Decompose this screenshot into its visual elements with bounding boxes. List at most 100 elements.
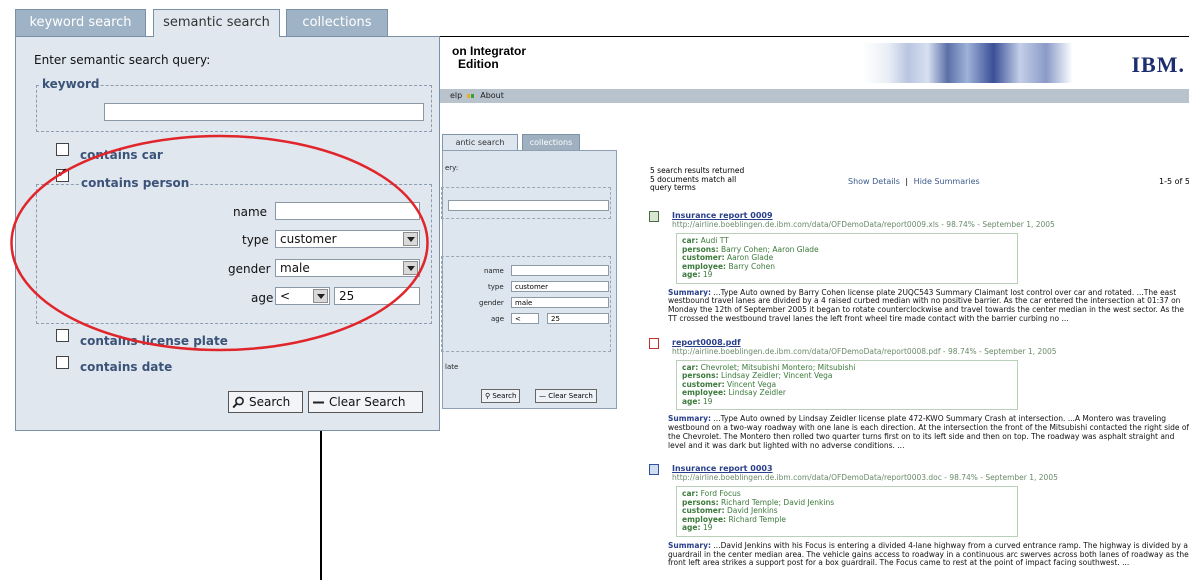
- contains-person-checkbox[interactable]: [56, 166, 69, 182]
- gender-select[interactable]: male: [275, 259, 420, 277]
- mini-search-button[interactable]: ⚲ Search: [481, 389, 521, 403]
- chevron-down-icon[interactable]: [403, 261, 418, 275]
- facet-age-value: 19: [702, 523, 713, 533]
- summary-text: ...Type Auto owned by Lindsay Zeidler li…: [668, 414, 1189, 450]
- background-app-window: on Integrator Edition IBM. elp About anti…: [320, 36, 1189, 580]
- summary-text: ...David Jenkins with his Focus is enter…: [668, 540, 1189, 568]
- age-operator-select[interactable]: <: [275, 287, 330, 305]
- type-select[interactable]: customer: [275, 230, 420, 248]
- summary-label: Summary:: [668, 414, 712, 424]
- mini-age-input[interactable]: 25: [547, 313, 609, 324]
- result-item: report0008.pdf http://airline.boeblingen…: [649, 337, 1189, 451]
- result-title-link[interactable]: Insurance report 0009: [650, 211, 1189, 220]
- result-summary: Summary: ...Type Auto owned by Lindsay Z…: [668, 414, 1189, 450]
- clear-search-label: Clear Search: [329, 395, 406, 409]
- mini-age-operator[interactable]: <: [511, 313, 539, 324]
- facet-age-label: age:: [682, 396, 701, 406]
- results-header: 5 search results returned 5 documents ma…: [650, 166, 1189, 197]
- results-links: Show Details | Hide Summaries: [848, 177, 980, 186]
- mini-type-label: type: [488, 283, 504, 291]
- results-count: 5 search results returned 5 documents ma…: [650, 166, 780, 193]
- mini-plate-label: late: [445, 363, 459, 371]
- name-input[interactable]: [275, 202, 420, 220]
- gender-label: gender: [228, 262, 271, 276]
- chevron-down-icon[interactable]: [313, 289, 328, 303]
- contains-car-label: contains car: [80, 148, 163, 162]
- search-button[interactable]: Search: [228, 391, 303, 413]
- facet-age-label: age:: [682, 523, 701, 533]
- mini-age-label: age: [491, 315, 505, 323]
- panel-body: Enter semantic search query: keyword con…: [15, 36, 440, 431]
- mini-tab-semantic[interactable]: antic search: [442, 134, 518, 150]
- tab-semantic-search[interactable]: semantic search: [153, 9, 280, 37]
- facet-age-value: 19: [702, 396, 713, 406]
- result-facets: car: Ford Focus persons: Richard Temple;…: [676, 486, 1018, 537]
- query-prompt: Enter semantic search query:: [34, 53, 211, 67]
- result-title-link[interactable]: Insurance report 0003: [650, 464, 1189, 473]
- pdf-icon: [649, 337, 659, 349]
- age-operator-value: <: [280, 289, 291, 303]
- type-label: type: [242, 233, 269, 247]
- facet-age-value: 19: [702, 270, 713, 279]
- chevron-down-icon[interactable]: [403, 232, 418, 246]
- facet-employee-value: Barry Cohen: [728, 261, 775, 271]
- result-facets: car: Chevrolet; Mitsubishi Montero; Mits…: [676, 359, 1018, 411]
- contains-car-checkbox[interactable]: [56, 143, 69, 156]
- mini-name-label: name: [484, 267, 504, 275]
- header-banner-image: IBM.: [862, 43, 1189, 83]
- mini-tab-collections[interactable]: collections: [522, 134, 580, 150]
- keyword-legend: keyword: [41, 77, 101, 91]
- mini-clear-label: Clear Search: [548, 392, 593, 400]
- mini-name-input[interactable]: [511, 265, 609, 276]
- ibm-logo: IBM.: [1131, 52, 1185, 77]
- semantic-search-panel: keyword search semantic search collectio…: [15, 9, 440, 431]
- result-item: Insurance report 0009 http://airline.boe…: [649, 211, 1189, 324]
- contains-date-checkbox[interactable]: [56, 356, 69, 369]
- contains-person-label: contains person: [80, 176, 191, 190]
- result-url: http://airline.boeblingen.de.ibm.com/dat…: [672, 220, 1055, 229]
- mini-gender-select[interactable]: male: [511, 297, 609, 308]
- mini-search-label: Search: [492, 392, 517, 400]
- name-label: name: [233, 205, 268, 219]
- menu-bar: elp About: [322, 89, 1189, 103]
- keyword-input[interactable]: [104, 103, 424, 121]
- minus-icon: [313, 401, 324, 404]
- app-header: on Integrator Edition IBM.: [322, 37, 1189, 89]
- app-title-line2: Edition: [458, 57, 499, 71]
- facet-age-label: age:: [682, 270, 701, 279]
- results-count-line3: query terms: [650, 183, 696, 192]
- search-results: 5 search results returned 5 documents ma…: [649, 166, 1189, 568]
- menu-about[interactable]: About: [480, 91, 504, 100]
- result-url: http://airline.boeblingen.de.ibm.com/dat…: [672, 473, 1058, 483]
- gender-select-value: male: [280, 261, 310, 275]
- search-button-label: Search: [249, 395, 291, 409]
- result-summary: Summary: ...David Jenkins with his Focus…: [668, 540, 1189, 568]
- tab-keyword-search[interactable]: keyword search: [15, 9, 146, 36]
- results-range: 1-5 of 5: [1159, 177, 1189, 186]
- summary-label: Summary:: [668, 287, 712, 297]
- show-details-link[interactable]: Show Details: [848, 177, 900, 186]
- mini-search-panel: antic search collections ery: name type …: [441, 134, 617, 409]
- result-summary: Summary: ...Type Auto owned by Barry Coh…: [668, 287, 1189, 324]
- mini-clear-button[interactable]: — Clear Search: [535, 389, 597, 403]
- result-url: http://airline.boeblingen.de.ibm.com/dat…: [672, 346, 1057, 356]
- age-label: age: [251, 291, 274, 305]
- doc-icon: [649, 464, 659, 476]
- search-icon: [232, 396, 244, 409]
- result-title-link[interactable]: report0008.pdf: [650, 338, 1189, 347]
- mini-keyword-input[interactable]: [448, 200, 609, 211]
- clear-search-button[interactable]: Clear Search: [308, 391, 423, 413]
- mini-clear-icon: —: [539, 392, 549, 400]
- result-facets: car: Audi TT persons: Barry Cohen; Aaron…: [676, 233, 1018, 284]
- tab-collections[interactable]: collections: [286, 9, 388, 36]
- menu-dots-icon: [467, 93, 478, 98]
- contains-date-label: contains date: [80, 360, 173, 374]
- hide-summaries-link[interactable]: Hide Summaries: [914, 177, 980, 186]
- links-separator: |: [905, 177, 909, 186]
- composite-screenshot: on Integrator Edition IBM. elp About anti…: [0, 0, 1189, 580]
- mini-type-select[interactable]: customer: [511, 281, 609, 292]
- contains-license-plate-checkbox[interactable]: [56, 329, 69, 342]
- age-input[interactable]: 25: [334, 287, 420, 305]
- mini-query-label: ery:: [445, 164, 459, 172]
- menu-help[interactable]: elp: [450, 91, 462, 100]
